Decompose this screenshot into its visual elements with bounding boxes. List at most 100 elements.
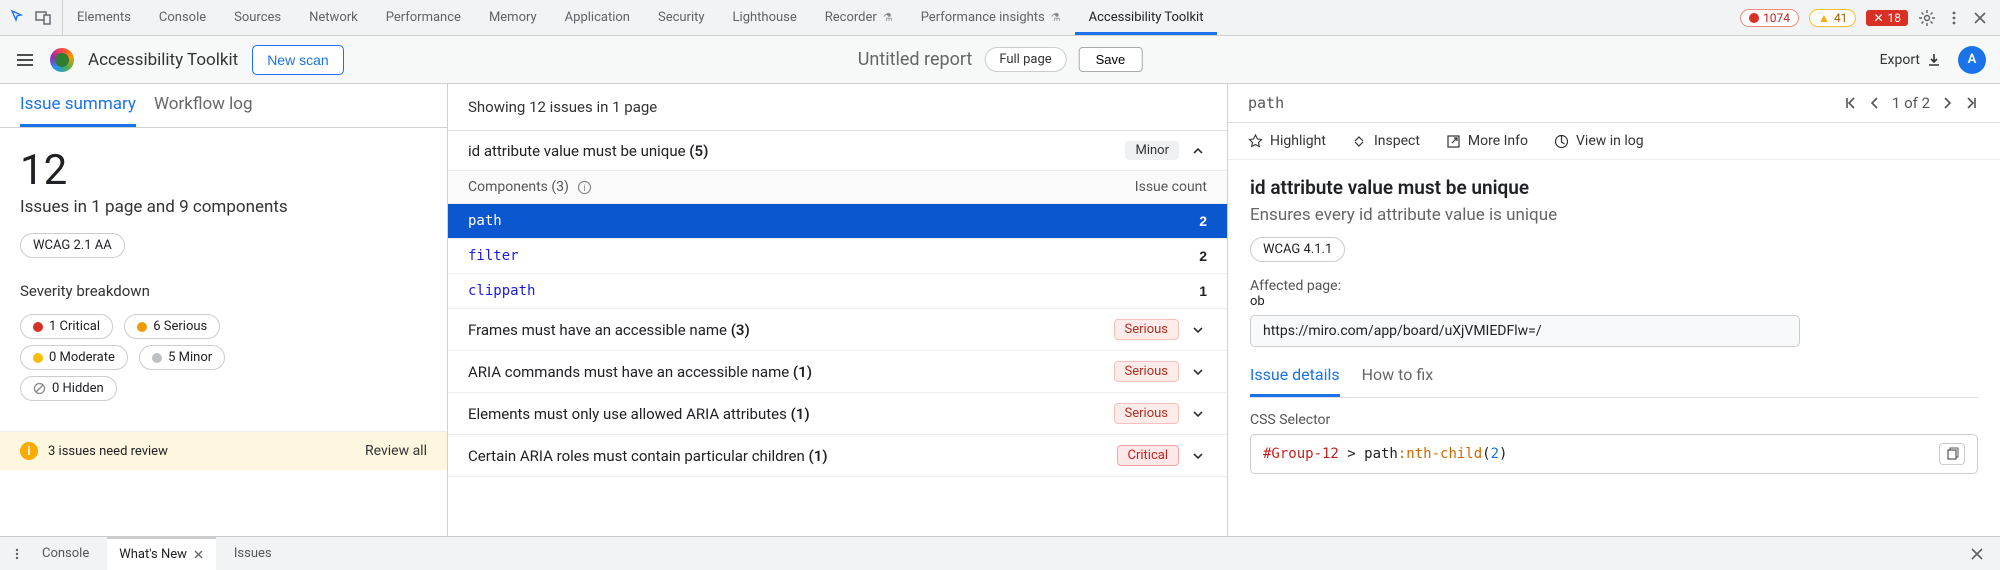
tab-perf-insights[interactable]: Performance insights⚗ <box>907 0 1075 35</box>
tab-sources[interactable]: Sources <box>220 0 295 35</box>
pager-next-icon[interactable] <box>1940 96 1954 110</box>
flask-icon: ⚗ <box>1051 11 1061 24</box>
info-icon[interactable]: i <box>577 180 592 195</box>
svg-text:i: i <box>583 184 585 194</box>
chip-serious[interactable]: 6 Serious <box>124 314 220 339</box>
hamburger-icon[interactable] <box>14 49 36 71</box>
affected-url[interactable]: https://miro.com/app/board/uXjVMIEDFlw=/ <box>1250 315 1800 347</box>
close-tab-icon[interactable] <box>193 549 204 560</box>
tab-console[interactable]: Console <box>145 0 220 35</box>
issue-description: Ensures every id attribute value is uniq… <box>1250 205 1978 225</box>
chevron-down-icon <box>1189 406 1207 422</box>
review-message: 3 issues need review <box>48 444 168 459</box>
drawer-tab-issues[interactable]: Issues <box>222 537 284 570</box>
app-logo-icon <box>50 48 74 72</box>
drawer-bar: Console What's New Issues <box>0 536 2000 570</box>
highlight-icon <box>1248 134 1263 149</box>
avatar[interactable]: A <box>1958 46 1986 74</box>
chip-moderate[interactable]: 0 Moderate <box>20 345 128 370</box>
issue-row-duplicate-id[interactable]: id attribute value must be unique (5) Mi… <box>448 131 1227 171</box>
chevron-down-icon <box>1189 448 1207 464</box>
settings-icon[interactable] <box>1918 9 1936 27</box>
export-button[interactable]: Export <box>1880 52 1942 68</box>
hidden-icon <box>33 382 46 395</box>
inspect-icon <box>1352 134 1367 149</box>
chevron-down-icon <box>1189 322 1207 338</box>
components-subheader: Components (3) i Issue count <box>448 171 1227 204</box>
tab-application[interactable]: Application <box>551 0 644 35</box>
drawer-tab-whatsnew[interactable]: What's New <box>107 537 216 570</box>
drawer-more-icon[interactable] <box>10 547 24 561</box>
save-button[interactable]: Save <box>1079 47 1143 72</box>
severity-tag: Serious <box>1114 361 1179 382</box>
component-row-path[interactable]: path2 <box>448 204 1227 239</box>
component-row-clippath[interactable]: clippath1 <box>448 274 1227 309</box>
tab-issue-summary[interactable]: Issue summary <box>20 94 136 127</box>
inspect-action[interactable]: Inspect <box>1352 133 1420 149</box>
tab-accessibility-toolkit[interactable]: Accessibility Toolkit <box>1075 0 1218 35</box>
external-icon <box>1446 134 1461 149</box>
new-scan-button[interactable]: New scan <box>252 45 343 75</box>
report-title[interactable]: Untitled report <box>858 49 973 70</box>
inspect-element-icon[interactable] <box>10 9 28 27</box>
errors-badge[interactable]: 1074 <box>1740 9 1799 27</box>
detail-breadcrumb: path <box>1248 94 1284 112</box>
severity-tag: Serious <box>1114 403 1179 424</box>
css-selector-label: CSS Selector <box>1250 412 1978 428</box>
issues-list-panel: Showing 12 issues in 1 page id attribute… <box>448 84 1228 536</box>
highlight-action[interactable]: Highlight <box>1248 133 1326 149</box>
tab-recorder[interactable]: Recorder⚗ <box>811 0 907 35</box>
drawer-tab-console[interactable]: Console <box>30 537 101 570</box>
devtools-tab-bar: Elements Console Sources Network Perform… <box>0 0 2000 36</box>
chip-hidden[interactable]: 0 Hidden <box>20 376 117 401</box>
pager-label: 1 of 2 <box>1892 94 1930 112</box>
app-toolbar: Accessibility Toolkit New scan Untitled … <box>0 36 2000 84</box>
more-info-action[interactable]: More Info <box>1446 133 1528 149</box>
summary-panel: Issue summary Workflow log 12 Issues in … <box>0 84 448 536</box>
tab-network[interactable]: Network <box>295 0 372 35</box>
tab-workflow-log[interactable]: Workflow log <box>154 94 253 127</box>
view-log-action[interactable]: View in log <box>1554 133 1644 149</box>
wcag-level-chip[interactable]: WCAG 2.1 AA <box>20 233 125 258</box>
pager-last-icon[interactable] <box>1964 95 1980 111</box>
tab-issue-details[interactable]: Issue details <box>1250 365 1340 397</box>
warnings-badge[interactable]: ▲41 <box>1809 9 1856 27</box>
issue-row-frames[interactable]: Frames must have an accessible name (3) … <box>448 309 1227 351</box>
chip-critical[interactable]: 1 Critical <box>20 314 113 339</box>
component-row-filter[interactable]: filter2 <box>448 239 1227 274</box>
app-title: Accessibility Toolkit <box>88 50 238 70</box>
devtools-tabs: Elements Console Sources Network Perform… <box>63 0 1217 35</box>
tab-how-to-fix[interactable]: How to fix <box>1362 365 1434 397</box>
log-icon <box>1554 134 1569 149</box>
severity-heading: Severity breakdown <box>20 282 427 300</box>
issue-row-aria-commands[interactable]: ARIA commands must have an accessible na… <box>448 351 1227 393</box>
issues-header: Showing 12 issues in 1 page <box>448 84 1227 131</box>
review-all-link[interactable]: Review all <box>365 443 427 459</box>
tab-memory[interactable]: Memory <box>475 0 551 35</box>
flask-icon: ⚗ <box>883 11 893 24</box>
tab-lighthouse[interactable]: Lighthouse <box>719 0 811 35</box>
issue-row-aria-attrs[interactable]: Elements must only use allowed ARIA attr… <box>448 393 1227 435</box>
pager-prev-icon[interactable] <box>1868 96 1882 110</box>
more-icon[interactable] <box>1946 10 1962 26</box>
tab-elements[interactable]: Elements <box>63 0 145 35</box>
issues-summary-text: Issues in 1 page and 9 components <box>20 197 427 217</box>
device-toggle-icon[interactable] <box>34 9 52 27</box>
tab-security[interactable]: Security <box>644 0 719 35</box>
blocked-badge[interactable]: ✕18 <box>1866 10 1908 26</box>
severity-tag: Serious <box>1114 319 1179 340</box>
info-icon: i <box>20 442 38 460</box>
tab-performance[interactable]: Performance <box>372 0 475 35</box>
scope-pill[interactable]: Full page <box>984 47 1066 72</box>
copy-selector-button[interactable] <box>1939 443 1965 465</box>
issue-row-aria-children[interactable]: Certain ARIA roles must contain particul… <box>448 435 1227 477</box>
download-icon <box>1926 52 1942 68</box>
pager-first-icon[interactable] <box>1842 95 1858 111</box>
copy-icon <box>1945 447 1959 461</box>
drawer-close-icon[interactable] <box>1964 547 1990 561</box>
chip-minor[interactable]: 5 Minor <box>139 345 225 370</box>
severity-tag: Critical <box>1117 445 1179 466</box>
wcag-ref-chip[interactable]: WCAG 4.1.1 <box>1250 237 1345 262</box>
severity-tag: Minor <box>1125 141 1179 160</box>
close-devtools-icon[interactable] <box>1972 10 1988 26</box>
